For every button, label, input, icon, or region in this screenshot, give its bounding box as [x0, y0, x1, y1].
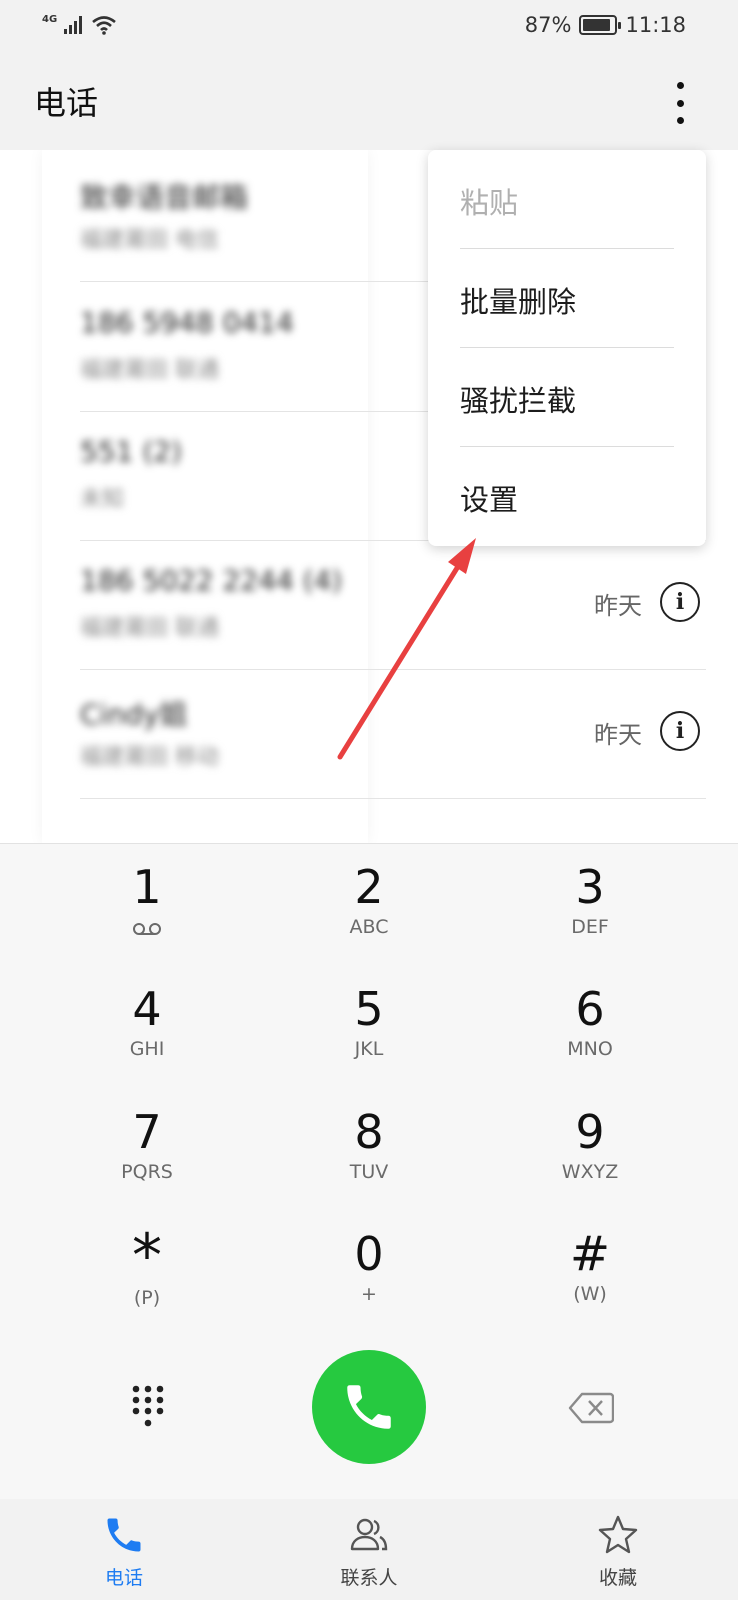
- key-letters: GHI: [129, 1038, 165, 1060]
- call-log-row[interactable]: 186 5022 2244 (4) 福建莆田 联通 昨天 i: [0, 538, 738, 670]
- battery-icon: [579, 15, 622, 35]
- dial-key-6[interactable]: 6 MNO: [500, 966, 680, 1084]
- key-digit: 5: [354, 982, 384, 1036]
- battery-percent: 87%: [524, 13, 572, 37]
- call-log-row[interactable]: Cindy姐 福建莆田 移动 昨天 i: [0, 667, 738, 799]
- dial-key-4[interactable]: 4 GHI: [57, 966, 237, 1084]
- caller-name: 186 5022 2244 (4): [80, 564, 343, 597]
- backspace-icon[interactable]: [568, 1392, 614, 1424]
- caller-location: 福建莆田 联通: [80, 358, 219, 383]
- key-digit: 0: [354, 1227, 384, 1281]
- info-icon[interactable]: i: [660, 582, 700, 622]
- app-bar: 电话: [0, 52, 738, 150]
- key-letters: MNO: [567, 1038, 613, 1060]
- caller-location: 福建莆田 移动: [80, 745, 219, 770]
- bottom-nav: 电话 联系人 收藏: [0, 1499, 738, 1600]
- tab-label: 联系人: [340, 1567, 398, 1589]
- dial-key-2[interactable]: 2 ABC: [279, 844, 459, 962]
- key-letters: PQRS: [121, 1161, 173, 1183]
- tab-contacts[interactable]: 联系人: [299, 1499, 439, 1600]
- contacts-icon: [350, 1518, 388, 1551]
- dial-key-8[interactable]: 8 TUV: [279, 1089, 459, 1207]
- dial-key-9[interactable]: 9 WXYZ: [500, 1089, 680, 1207]
- call-date: 昨天: [594, 721, 642, 749]
- key-digit: 8: [354, 1105, 384, 1159]
- caller-location: 福建莆田 联通: [80, 616, 219, 641]
- tab-label: 电话: [104, 1567, 143, 1589]
- tab-phone[interactable]: 电话: [54, 1499, 194, 1600]
- key-letters: WXYZ: [561, 1161, 619, 1183]
- signal-icon: [64, 16, 83, 34]
- key-digit: 2: [354, 860, 384, 914]
- star-icon: [598, 1515, 638, 1554]
- dial-key-5[interactable]: 5 JKL: [279, 966, 459, 1084]
- call-date: 昨天: [594, 592, 642, 620]
- caller-location: 未知: [80, 487, 125, 512]
- dial-key-hash[interactable]: # (W): [500, 1211, 680, 1329]
- voicemail-icon: [133, 923, 161, 935]
- key-digit: *: [132, 1221, 162, 1291]
- menu-item-paste[interactable]: 粘贴: [428, 150, 706, 249]
- caller-location: 福建莆田 电信: [80, 228, 219, 253]
- dial-key-7[interactable]: 7 PQRS: [57, 1089, 237, 1207]
- key-letters: ABC: [349, 916, 389, 938]
- battery-level: [583, 19, 610, 31]
- caller-name: 186 5948 0414: [80, 306, 294, 339]
- caller-name: 551 (2): [80, 435, 183, 468]
- key-letters: DEF: [571, 916, 609, 938]
- menu-item-batch-delete[interactable]: 批量删除: [428, 249, 706, 348]
- wifi-icon: [92, 16, 116, 35]
- key-digit: 4: [132, 982, 162, 1036]
- key-letters: +: [361, 1283, 377, 1305]
- key-digit: 7: [132, 1105, 162, 1159]
- overflow-menu: 粘贴 批量删除 骚扰拦截 设置: [428, 150, 706, 546]
- key-digit: #: [569, 1226, 611, 1282]
- caller-name: Cindy姐: [80, 698, 188, 731]
- dial-key-1[interactable]: 1: [57, 844, 237, 962]
- tab-label: 收藏: [598, 1567, 637, 1589]
- menu-item-label: 粘贴: [460, 186, 519, 220]
- page-title: 电话: [34, 84, 99, 122]
- tab-favorites[interactable]: 收藏: [548, 1499, 688, 1600]
- dial-key-3[interactable]: 3 DEF: [500, 844, 680, 962]
- clock: 11:18: [625, 13, 686, 37]
- menu-item-settings[interactable]: 设置: [428, 447, 706, 546]
- dialpad-grid-icon[interactable]: [128, 1384, 168, 1430]
- phone-icon: [107, 1518, 141, 1552]
- menu-item-spam-block[interactable]: 骚扰拦截: [428, 348, 706, 447]
- key-letters: (P): [133, 1287, 161, 1309]
- info-icon[interactable]: i: [660, 711, 700, 751]
- dial-key-0[interactable]: 0 +: [279, 1211, 459, 1329]
- key-digit: 1: [132, 860, 162, 914]
- key-letters: (W): [573, 1283, 607, 1305]
- call-button[interactable]: [312, 1350, 426, 1464]
- more-vertical-icon[interactable]: [660, 78, 700, 128]
- caller-name: 致幸语音邮箱: [80, 181, 249, 214]
- key-letters: JKL: [354, 1038, 384, 1060]
- status-bar: 4G 87% 11:18: [0, 0, 738, 52]
- key-digit: 6: [575, 982, 605, 1036]
- key-letters: TUV: [349, 1161, 389, 1183]
- status-left: 4G: [42, 10, 117, 40]
- row-divider: [80, 798, 706, 799]
- dialpad: 1 2 ABC 3 DEF 4 GHI 5 JKL 6 MNO 7 PQRS 8…: [0, 843, 738, 1499]
- dial-key-star[interactable]: * (P): [57, 1211, 237, 1329]
- status-right: 87% 11:18: [525, 10, 686, 40]
- key-digit: 9: [575, 1105, 605, 1159]
- menu-item-label: 设置: [460, 483, 519, 517]
- menu-item-label: 骚扰拦截: [460, 384, 577, 418]
- network-type: 4G: [42, 13, 58, 25]
- phone-icon: [347, 1385, 391, 1429]
- key-digit: 3: [575, 860, 605, 914]
- menu-item-label: 批量删除: [460, 285, 577, 319]
